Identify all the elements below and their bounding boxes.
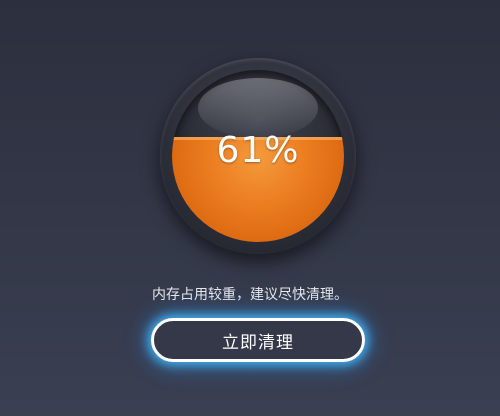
clean-now-button[interactable]: 立即清理 bbox=[151, 318, 365, 362]
memory-usage-gauge: 61% bbox=[172, 70, 344, 242]
gauge-gloss-highlight bbox=[198, 78, 318, 138]
status-message: 内存占用较重，建议尽快清理。 bbox=[152, 287, 348, 303]
memory-cleaner-screen: 61% 内存占用较重，建议尽快清理。 立即清理 bbox=[0, 0, 500, 416]
clean-now-label: 立即清理 bbox=[222, 332, 294, 353]
memory-usage-percent: 61% bbox=[216, 130, 300, 171]
